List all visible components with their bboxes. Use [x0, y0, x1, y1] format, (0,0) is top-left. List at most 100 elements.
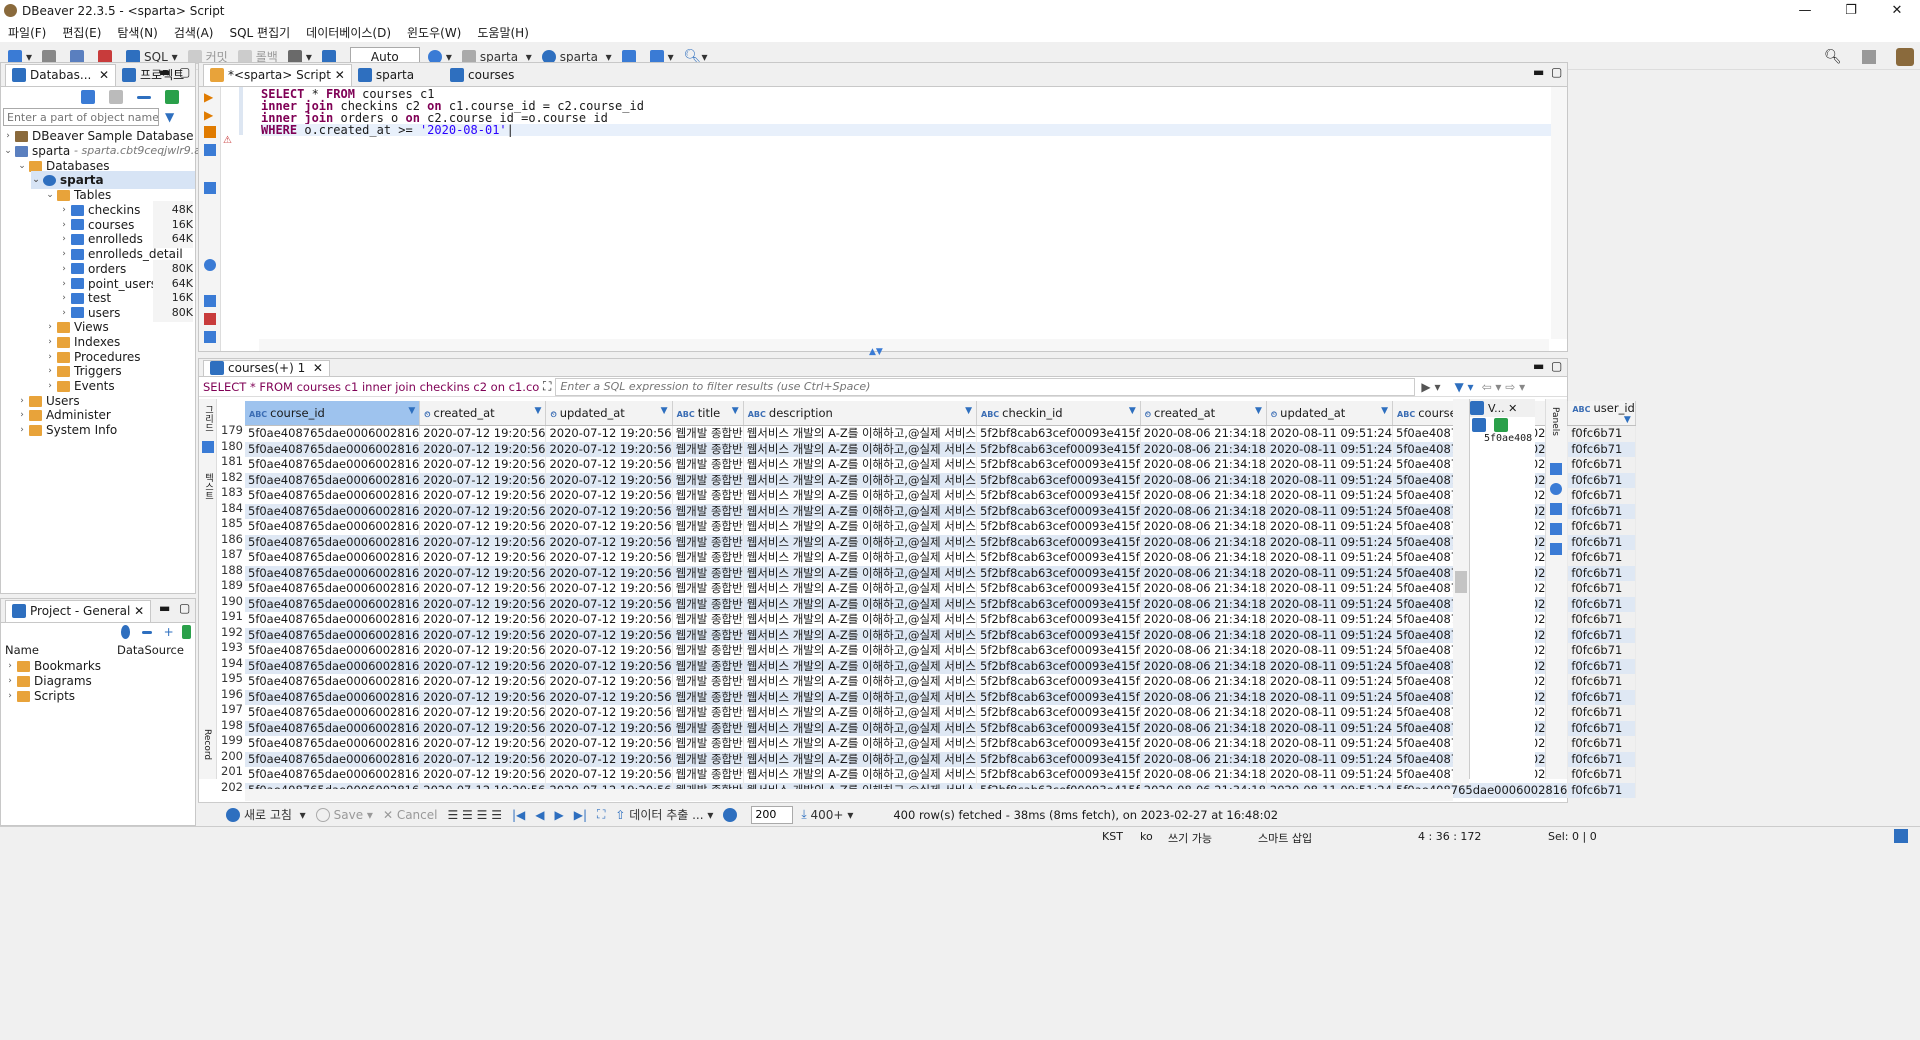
table-cell[interactable]: 웹개발 종합반 [672, 736, 744, 752]
column-header[interactable]: ⏲ updated_at ▼ [1266, 401, 1394, 426]
sort-icon[interactable]: ▼ [1624, 415, 1631, 425]
table-cell[interactable]: f0fc6b71 [1567, 720, 1636, 736]
text-view-toggle[interactable]: 텍스트 [202, 473, 215, 500]
table-cell[interactable]: 2020-08-06 21:34:18 [1140, 627, 1267, 643]
table-cell[interactable]: 5f2bf8cab63cef00093e415f [976, 643, 1141, 659]
table-cell[interactable]: 웹서비스 개발의 A-Z를 이해하고,@실제 서비스 [743, 425, 978, 442]
table-cell[interactable]: 웹서비스 개발의 A-Z를 이해하고,@실제 서비스 [743, 705, 978, 721]
table-cell[interactable]: 5f0ae408765dae0006002816 [245, 658, 421, 674]
row-number[interactable]: 184 [217, 501, 243, 515]
maximize-icon[interactable]: ❐ [1828, 0, 1874, 22]
row-number[interactable]: 190 [217, 594, 243, 608]
table-row[interactable]: 5f0ae408765dae00060028162020-07-12 19:20… [245, 425, 1636, 442]
outline-icon[interactable] [204, 331, 216, 343]
sort-icon[interactable]: ▼ [535, 406, 542, 416]
table-cell[interactable]: 5f2bf8cab63cef00093e415f [976, 658, 1141, 674]
table-cell[interactable]: 2020-08-06 21:34:18 [1140, 643, 1267, 659]
table-cell[interactable]: 웹개발 종합반 [672, 565, 744, 581]
table-cell[interactable]: 5f0ae408765dae0006002816 [245, 689, 421, 705]
table-cell[interactable]: 5f2bf8cab63cef00093e415f [976, 519, 1141, 535]
panel-icon-1[interactable] [1550, 463, 1562, 475]
last-page-icon[interactable]: ▶| [574, 808, 587, 822]
next-page-icon[interactable]: ▶ [554, 808, 563, 822]
table-cell[interactable]: 5f2bf8cab63cef00093e415f [976, 488, 1141, 504]
table-cell[interactable]: 5f2bf8cab63cef00093e415f [976, 550, 1141, 566]
table-cell[interactable]: 2020-08-11 09:51:24 [1266, 612, 1394, 628]
new-connection-icon[interactable] [81, 90, 95, 104]
global-search-icon[interactable]: 🔍︎ [1824, 49, 1842, 65]
fetch-settings-icon[interactable] [723, 807, 741, 822]
table-cell[interactable]: 2020-07-12 19:20:56 [545, 503, 673, 519]
filter-history-icon[interactable]: ▶ ▾ [1421, 380, 1440, 394]
table-cell[interactable]: 5f0ae408765dae0006002816 [245, 441, 421, 457]
panel-icon-2[interactable] [1550, 483, 1562, 495]
table-cell[interactable]: 2020-07-12 19:20:56 [419, 767, 547, 783]
tab-database-navigator[interactable]: Databas... ✕ [5, 63, 117, 86]
row-number[interactable]: 180 [217, 439, 243, 453]
table-cell[interactable]: 2020-08-11 09:51:24 [1266, 767, 1394, 783]
sort-icon[interactable]: ▼ [1129, 406, 1136, 416]
export-data-button[interactable]: ⇧ 데이터 추출 ... ▾ [615, 806, 713, 823]
table-cell[interactable]: f0fc6b71 [1567, 519, 1636, 535]
row-number[interactable]: 200 [217, 749, 243, 763]
table-cell[interactable]: 2020-08-11 09:51:24 [1266, 674, 1394, 690]
navigator-filter-input[interactable] [3, 108, 159, 126]
menu-edit[interactable]: 편집(E) [62, 24, 101, 41]
row-number[interactable]: 194 [217, 656, 243, 670]
table-cell[interactable]: 5f2bf8cab63cef00093e415f [976, 751, 1141, 767]
table-cell[interactable]: 2020-07-12 19:20:56 [419, 519, 547, 535]
table-cell[interactable]: 2020-07-12 19:20:56 [545, 674, 673, 690]
execute-statement-icon[interactable]: ▶ [204, 90, 213, 104]
code-line-4[interactable]: WHERE o.created_at >= '2020-08-01'| [261, 124, 1551, 136]
table-cell[interactable]: 웹개발 종합반 [672, 658, 744, 674]
table-row[interactable]: 5f0ae408765dae00060028162020-07-12 19:20… [245, 736, 1636, 752]
table-cell[interactable]: f0fc6b71 [1567, 767, 1636, 783]
query-preview[interactable]: SELECT * FROM courses c1 inner join chec… [199, 380, 539, 394]
table-cell[interactable]: 2020-08-06 21:34:18 [1140, 565, 1267, 581]
menu-search[interactable]: 검색(A) [174, 24, 214, 41]
table-cell[interactable]: 2020-08-06 21:34:18 [1140, 596, 1267, 612]
table-cell[interactable]: 5f2bf8cab63cef00093e415f [976, 705, 1141, 721]
record-view-toggle[interactable]: Record [202, 729, 212, 760]
table-cell[interactable]: 2020-08-11 09:51:24 [1266, 643, 1394, 659]
minimize-results-icon[interactable]: ▬ [1533, 359, 1544, 373]
table-cell[interactable]: 2020-07-12 19:20:56 [419, 488, 547, 504]
table-cell[interactable]: 5f2bf8cab63cef00093e415f [976, 689, 1141, 705]
table-cell[interactable]: 웹서비스 개발의 A-Z를 이해하고,@실제 서비스 [743, 534, 978, 550]
table-cell[interactable]: 2020-07-12 19:20:56 [419, 736, 547, 752]
table-cell[interactable]: 웹서비스 개발의 A-Z를 이해하고,@실제 서비스 [743, 581, 978, 597]
table-cell[interactable]: f0fc6b71 [1567, 488, 1636, 504]
table-cell[interactable]: 2020-08-06 21:34:18 [1140, 425, 1267, 442]
terminal-icon[interactable] [204, 182, 216, 194]
table-row[interactable]: 5f0ae408765dae00060028162020-07-12 19:20… [245, 612, 1636, 628]
table-cell[interactable]: 2020-07-12 19:20:56 [545, 472, 673, 488]
table-cell[interactable]: 2020-07-12 19:20:56 [419, 550, 547, 566]
row-number[interactable]: 197 [217, 702, 243, 716]
table-cell[interactable]: 웹서비스 개발의 A-Z를 이해하고,@실제 서비스 [743, 550, 978, 566]
settings-icon[interactable] [204, 259, 216, 271]
collapse-icon[interactable] [142, 630, 152, 634]
minimize-icon[interactable]: — [1782, 0, 1828, 22]
table-row[interactable]: 5f0ae408765dae00060028162020-07-12 19:20… [245, 751, 1636, 767]
table-cell[interactable]: 웹서비스 개발의 A-Z를 이해하고,@실제 서비스 [743, 767, 978, 783]
nav-arrows-icon[interactable]: ⇦ ▾ ⇨ ▾ [1482, 380, 1526, 394]
table-cell[interactable]: 2020-07-12 19:20:56 [545, 736, 673, 752]
table-cell[interactable]: 웹서비스 개발의 A-Z를 이해하고,@실제 서비스 [743, 519, 978, 535]
notifications-icon[interactable] [1894, 829, 1908, 843]
splitter-arrows-icon[interactable]: ▲▼ [869, 347, 883, 357]
table-cell[interactable]: 2020-07-12 19:20:56 [419, 581, 547, 597]
table-cell[interactable]: f0fc6b71 [1567, 627, 1636, 643]
table-cell[interactable]: 5f2bf8cab63cef00093e415f [976, 534, 1141, 550]
row-number[interactable]: 202 [217, 780, 243, 794]
table-cell[interactable]: 웹서비스 개발의 A-Z를 이해하고,@실제 서비스 [743, 457, 978, 473]
add-icon[interactable]: + [164, 625, 174, 639]
export-icon[interactable] [204, 295, 216, 307]
row-number[interactable]: 192 [217, 625, 243, 639]
tab-sparta-script[interactable]: *<sparta> Script ✕ [203, 63, 352, 86]
editor-vertical-scrollbar[interactable] [1551, 87, 1567, 339]
table-cell[interactable]: 2020-08-06 21:34:18 [1140, 503, 1267, 519]
menu-database[interactable]: 데이터베이스(D) [306, 24, 391, 41]
table-cell[interactable]: 2020-07-12 19:20:56 [545, 720, 673, 736]
table-cell[interactable]: 5f0ae408765dae0006002816 [245, 720, 421, 736]
table-cell[interactable]: 웹개발 종합반 [672, 425, 744, 442]
